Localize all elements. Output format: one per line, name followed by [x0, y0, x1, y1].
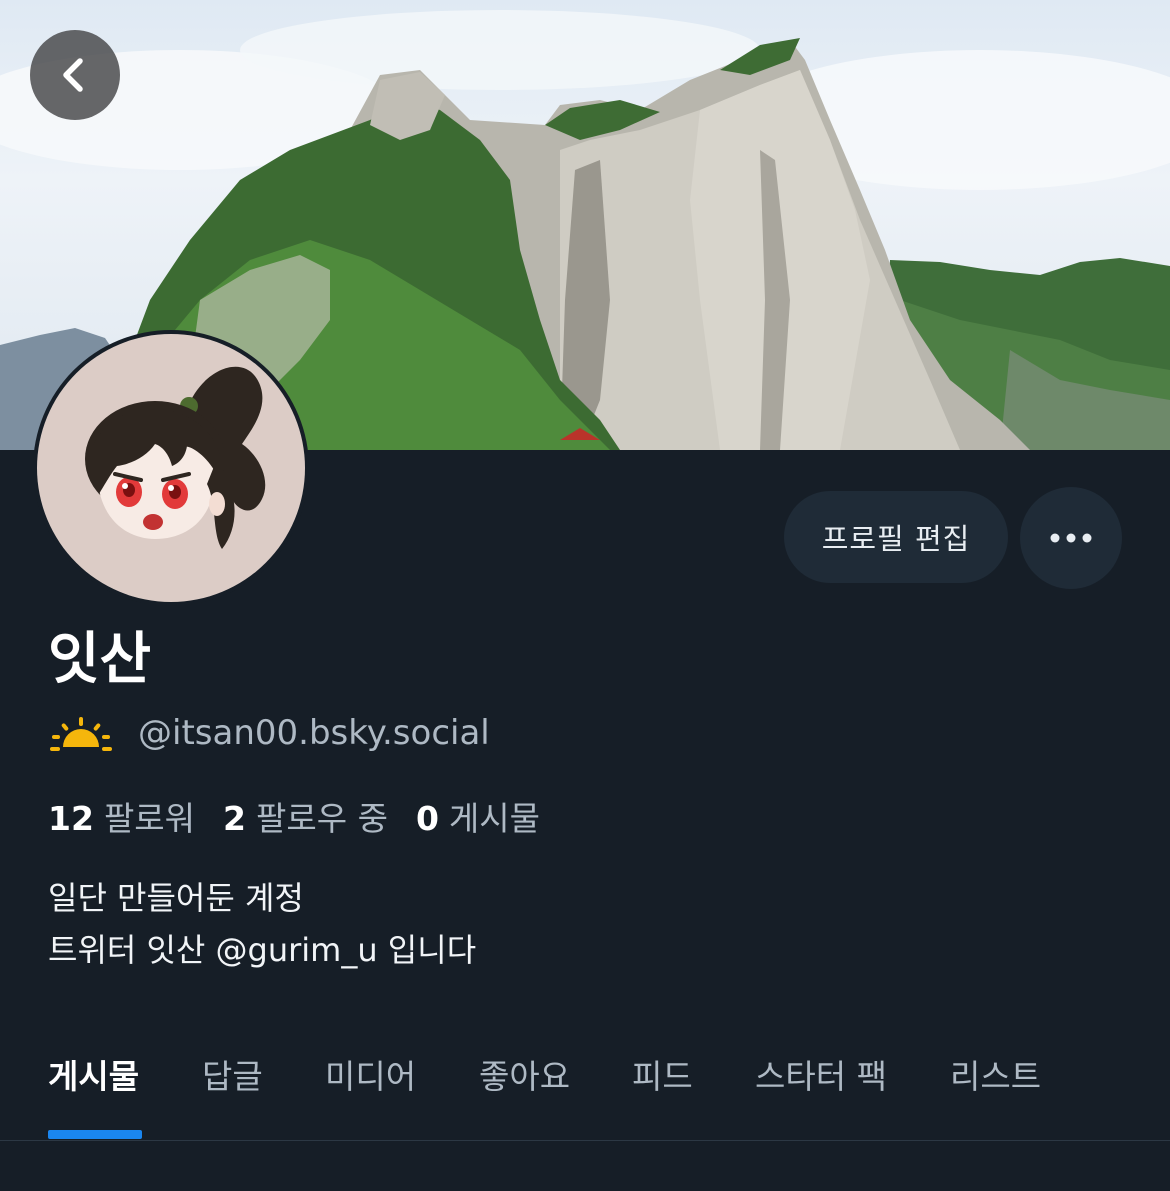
profile-tabs: 게시물 답글 미디어 좋아요 피드 스타터 팩 리스트 [0, 1040, 1170, 1141]
tab-likes[interactable]: 좋아요 [479, 1050, 570, 1098]
posts-label: 게시물 [448, 799, 540, 838]
sunrise-icon [50, 717, 112, 751]
bio-line: 일단 만들어둔 계정 [48, 879, 304, 917]
followers-label: 팔로워 [103, 799, 196, 838]
bio-line: 트위터 잇산 @gurim_u 입니다 [48, 931, 477, 969]
posts-stat: 0 게시물 [416, 792, 540, 840]
tab-lists[interactable]: 리스트 [950, 1050, 1041, 1098]
handle-text: @itsan00.bsky.social [138, 713, 490, 753]
tab-posts[interactable]: 게시물 [48, 1050, 139, 1098]
tab-media[interactable]: 미디어 [325, 1050, 416, 1098]
handle-row: @itsan00.bsky.social [50, 710, 490, 756]
ellipsis-icon [1050, 533, 1092, 543]
avatar[interactable] [33, 330, 309, 606]
profile-bio: 일단 만들어둔 계정 트위터 잇산 @gurim_u 입니다 [48, 872, 476, 976]
profile-stats: 12 팔로워 2 팔로우 중 0 게시물 [48, 792, 568, 840]
edit-profile-label: 프로필 편집 [821, 522, 971, 556]
posts-count: 0 [415, 799, 439, 838]
followers-stat[interactable]: 12 팔로워 [48, 792, 195, 840]
tab-feeds[interactable]: 피드 [632, 1050, 693, 1098]
back-button[interactable] [30, 30, 120, 120]
tab-replies[interactable]: 답글 [202, 1050, 263, 1098]
edit-profile-button[interactable]: 프로필 편집 [784, 491, 1008, 583]
display-name: 잇산 [48, 627, 152, 692]
more-options-button[interactable] [1020, 487, 1122, 589]
following-stat[interactable]: 2 팔로우 중 [223, 792, 388, 840]
avatar-image [85, 366, 266, 549]
following-count: 2 [223, 799, 246, 838]
chevron-left-icon [63, 58, 83, 92]
active-tab-indicator [48, 1130, 142, 1139]
following-label: 팔로우 중 [256, 799, 388, 838]
tab-starter-packs[interactable]: 스타터 팩 [755, 1050, 887, 1098]
followers-count: 12 [48, 799, 94, 838]
